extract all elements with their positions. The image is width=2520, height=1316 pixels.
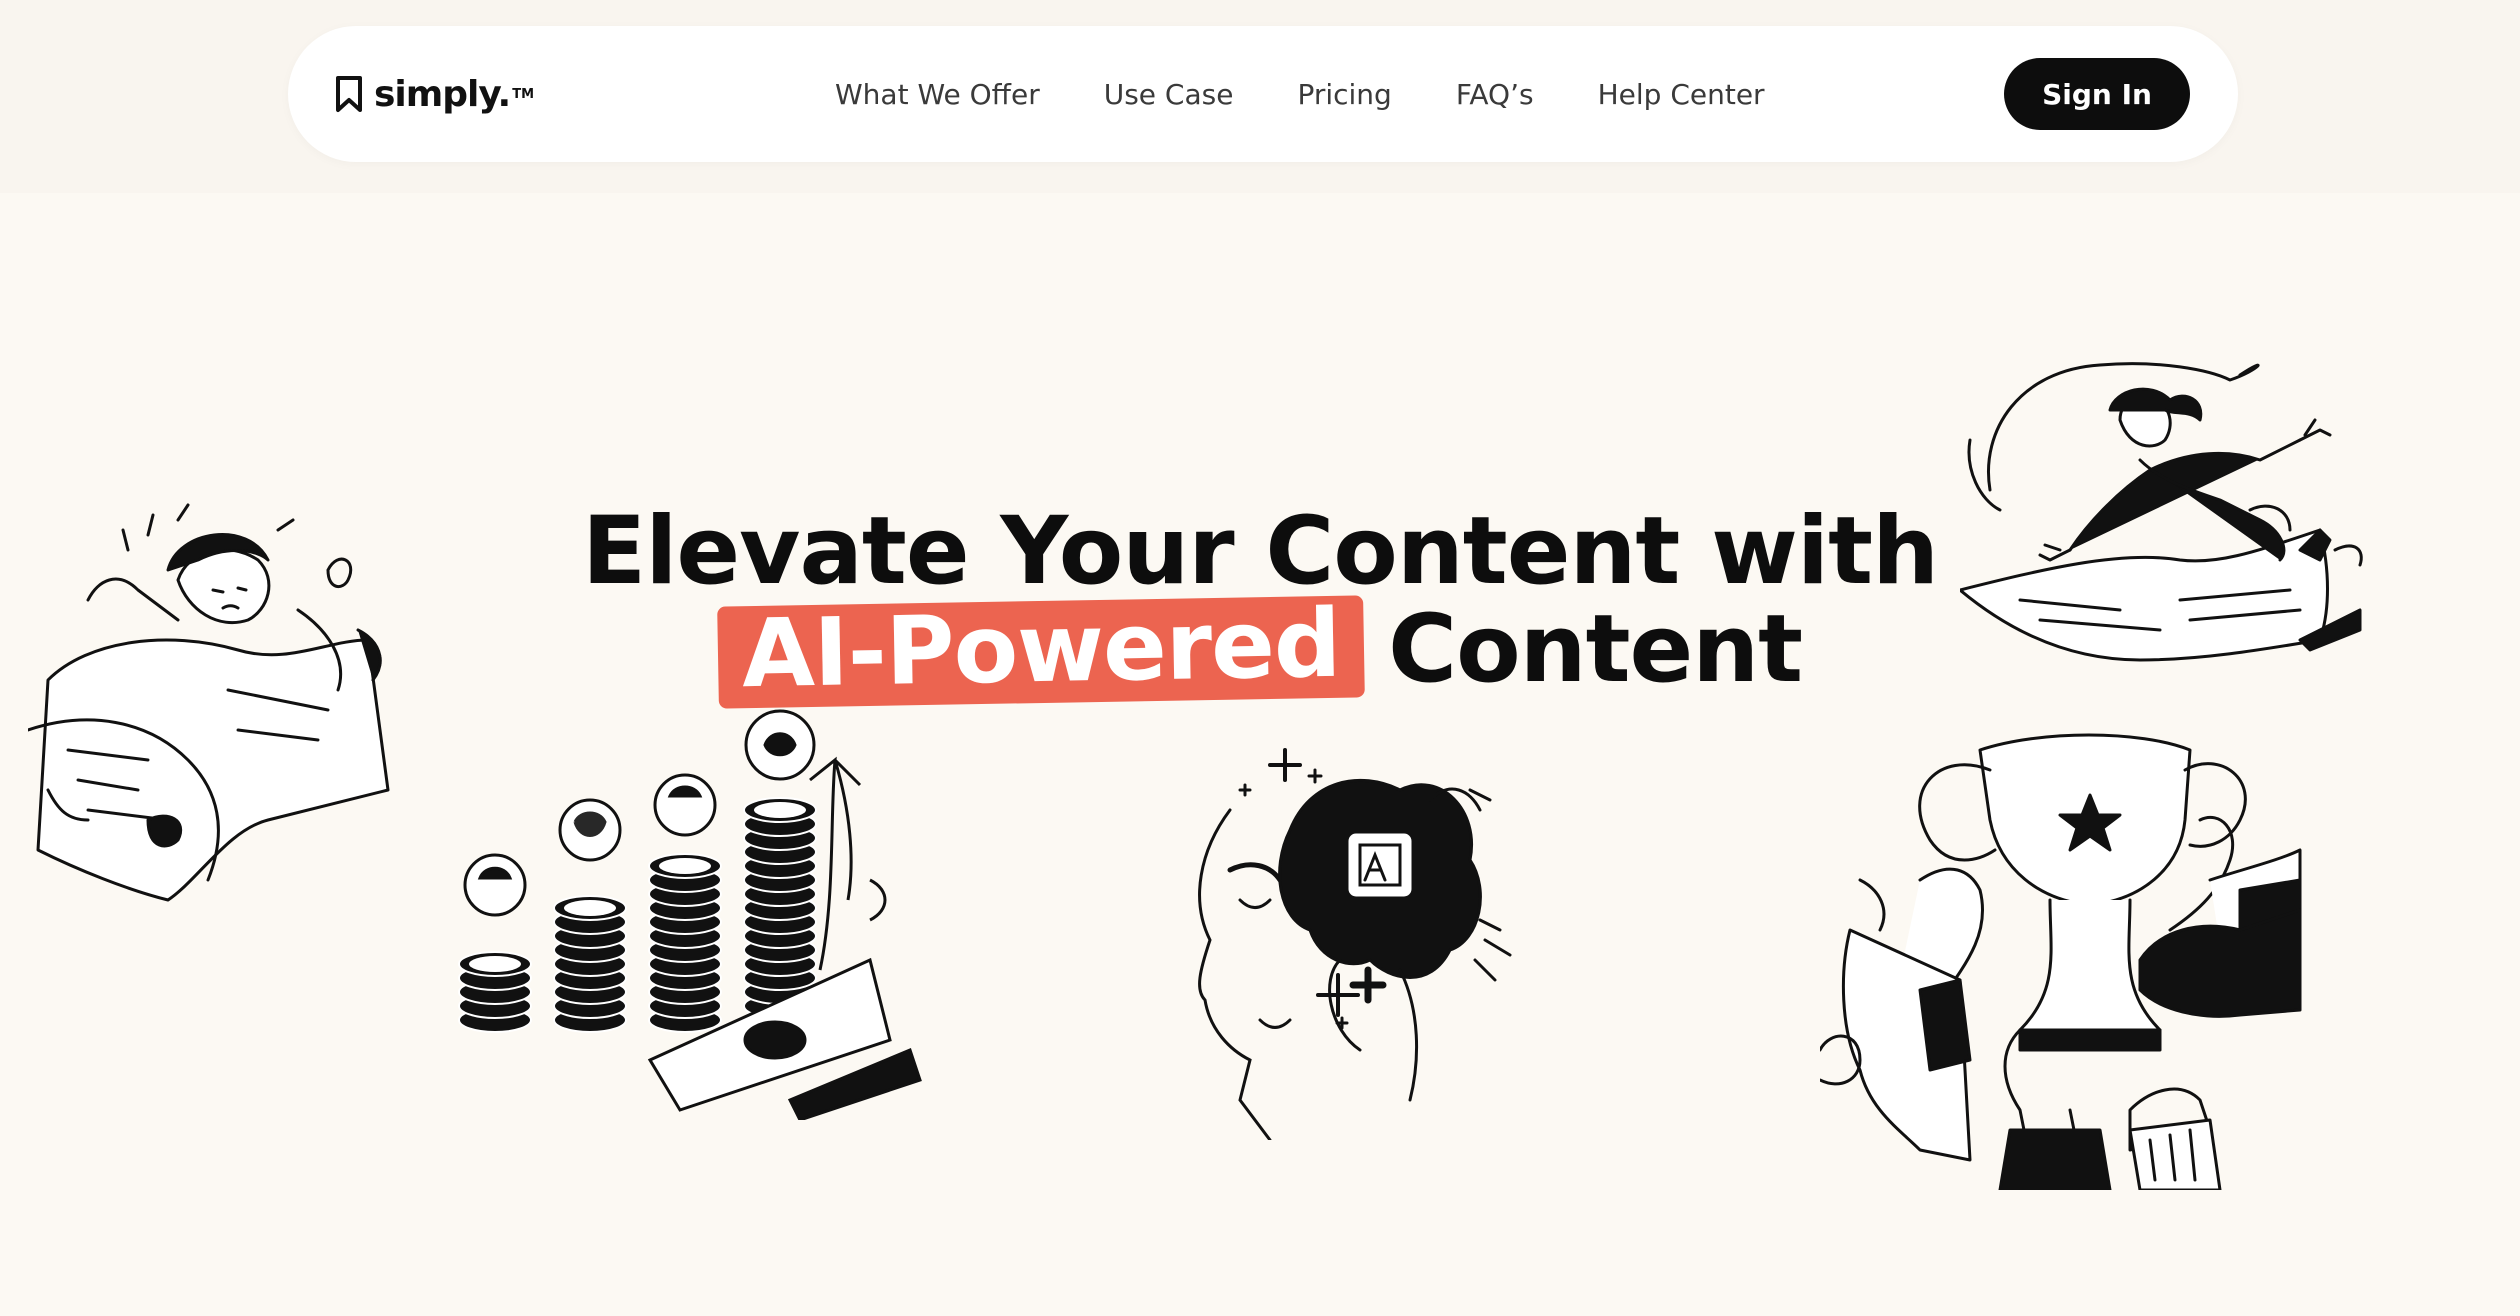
sign-in-button[interactable]: Sign In [2004,58,2190,130]
nav-link-pricing[interactable]: Pricing [1297,78,1391,111]
nav-link-faqs[interactable]: FAQ’s [1456,78,1534,111]
stressed-person-with-receipt-illustration [28,503,390,902]
trophy-hands-illustration [1820,733,2302,1190]
hero-highlight: AI-Powered [717,590,1365,709]
nav-link-what-we-offer[interactable]: What We Offer [835,78,1040,111]
hero-line-2-rest: Content [1388,594,1803,704]
bookmark-icon [336,76,362,112]
brand-logo[interactable]: simply. TM [334,70,534,118]
nav-link-use-case[interactable]: Use Case [1104,78,1234,111]
brand-name: simply. [374,73,511,115]
ai-brain-chip-illustration [1198,748,1512,1140]
flying-person-on-paper-illustration [1960,362,2363,662]
nav-links: What We Offer Use Case Pricing FAQ’s Hel… [835,26,1829,162]
top-navbar: simply. TM What We Offer Use Case Pricing… [288,26,2238,162]
hero-line-1: Elevate Your Content with [582,496,1939,606]
coin-stacks-growth-illustration [458,709,922,1120]
trademark-mark: TM [512,86,535,102]
nav-link-help-center[interactable]: Help Center [1598,78,1765,111]
